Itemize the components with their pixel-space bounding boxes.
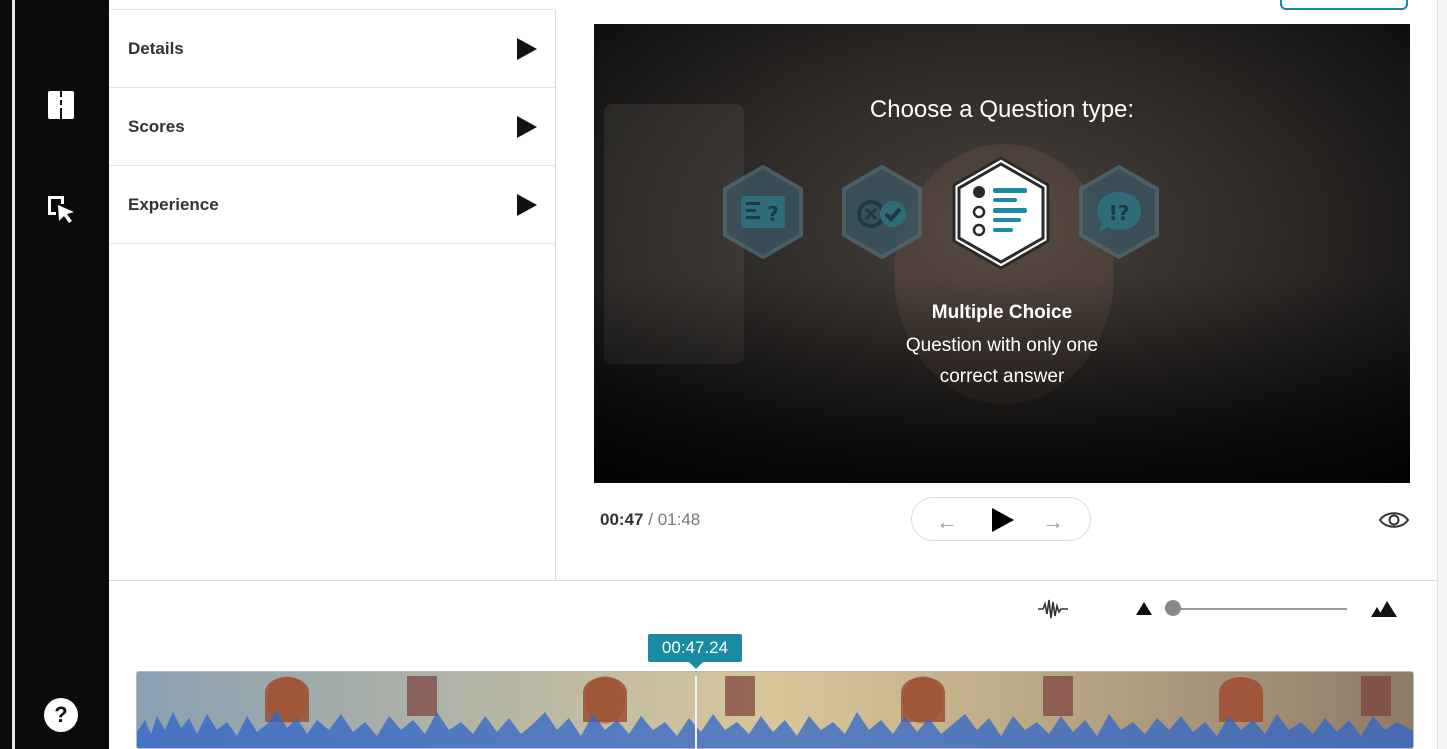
settings-panel: Details Scores Experience: [109, 10, 556, 580]
description-line: correct answer: [939, 366, 1065, 387]
zoom-slider-knob[interactable]: [1165, 600, 1181, 616]
zoom-out-icon[interactable]: [1136, 602, 1152, 615]
expand-arrow-icon: [517, 193, 537, 216]
book-icon[interactable]: [40, 84, 82, 126]
open-question-icon[interactable]: ?: [721, 164, 805, 260]
svg-text:!?: !?: [1109, 201, 1130, 225]
accordion-label: Experience: [128, 194, 219, 214]
question-type-description: Question with only one correct answer: [594, 330, 1410, 392]
left-rail: ?: [0, 0, 109, 749]
svg-text:?: ?: [767, 202, 779, 226]
zoom-slider-track[interactable]: [1165, 608, 1347, 610]
zoom-in-icon[interactable]: [1370, 600, 1398, 618]
previous-arrow-icon[interactable]: ←: [936, 509, 958, 535]
expand-arrow-icon: [517, 115, 537, 138]
accordion-label: Details: [128, 38, 184, 58]
play-button[interactable]: [992, 508, 1014, 532]
selected-question-type: Multiple Choice: [931, 302, 1073, 323]
badge-pointer: [689, 662, 703, 669]
rail-edge: [12, 0, 15, 749]
description-line: Question with only one: [905, 335, 1099, 356]
expand-arrow-icon: [517, 37, 537, 60]
eye-icon[interactable]: [1378, 508, 1410, 532]
next-arrow-icon[interactable]: →: [1042, 509, 1064, 535]
video-timeline-strip[interactable]: [136, 671, 1414, 749]
multiple-choice-icon[interactable]: [949, 154, 1053, 272]
accordion-label: Scores: [128, 116, 185, 136]
current-time: 00:47: [600, 510, 644, 529]
accordion-experience[interactable]: Experience: [109, 166, 555, 244]
time-separator: /: [648, 510, 653, 529]
waveform-icon[interactable]: [1036, 596, 1070, 622]
accordion-scores[interactable]: Scores: [109, 88, 555, 166]
help-button[interactable]: ?: [44, 698, 78, 732]
question-type-heading: Choose a Question type:: [869, 96, 1135, 123]
reflection-icon[interactable]: !?: [1077, 164, 1161, 260]
time-display: 00:47 / 01:48: [600, 510, 700, 530]
playhead-time-badge: 00:47.24: [648, 634, 742, 662]
timeline-playhead[interactable]: [695, 676, 697, 749]
scrollbar-track[interactable]: [1437, 0, 1447, 749]
top-action-button[interactable]: [1280, 0, 1408, 10]
video-preview: Choose a Question type: ? !? Multiple Ch…: [594, 24, 1410, 483]
accordion-details[interactable]: Details: [109, 10, 555, 88]
total-time: 01:48: [657, 510, 701, 529]
playback-controls: ← →: [911, 497, 1091, 541]
timeline-divider: [109, 580, 1447, 581]
layers-icon[interactable]: [40, 0, 82, 14]
true-false-icon[interactable]: [840, 164, 924, 260]
cursor-select-icon[interactable]: [40, 188, 82, 230]
filmstrip-thumbnails: [137, 672, 1413, 748]
